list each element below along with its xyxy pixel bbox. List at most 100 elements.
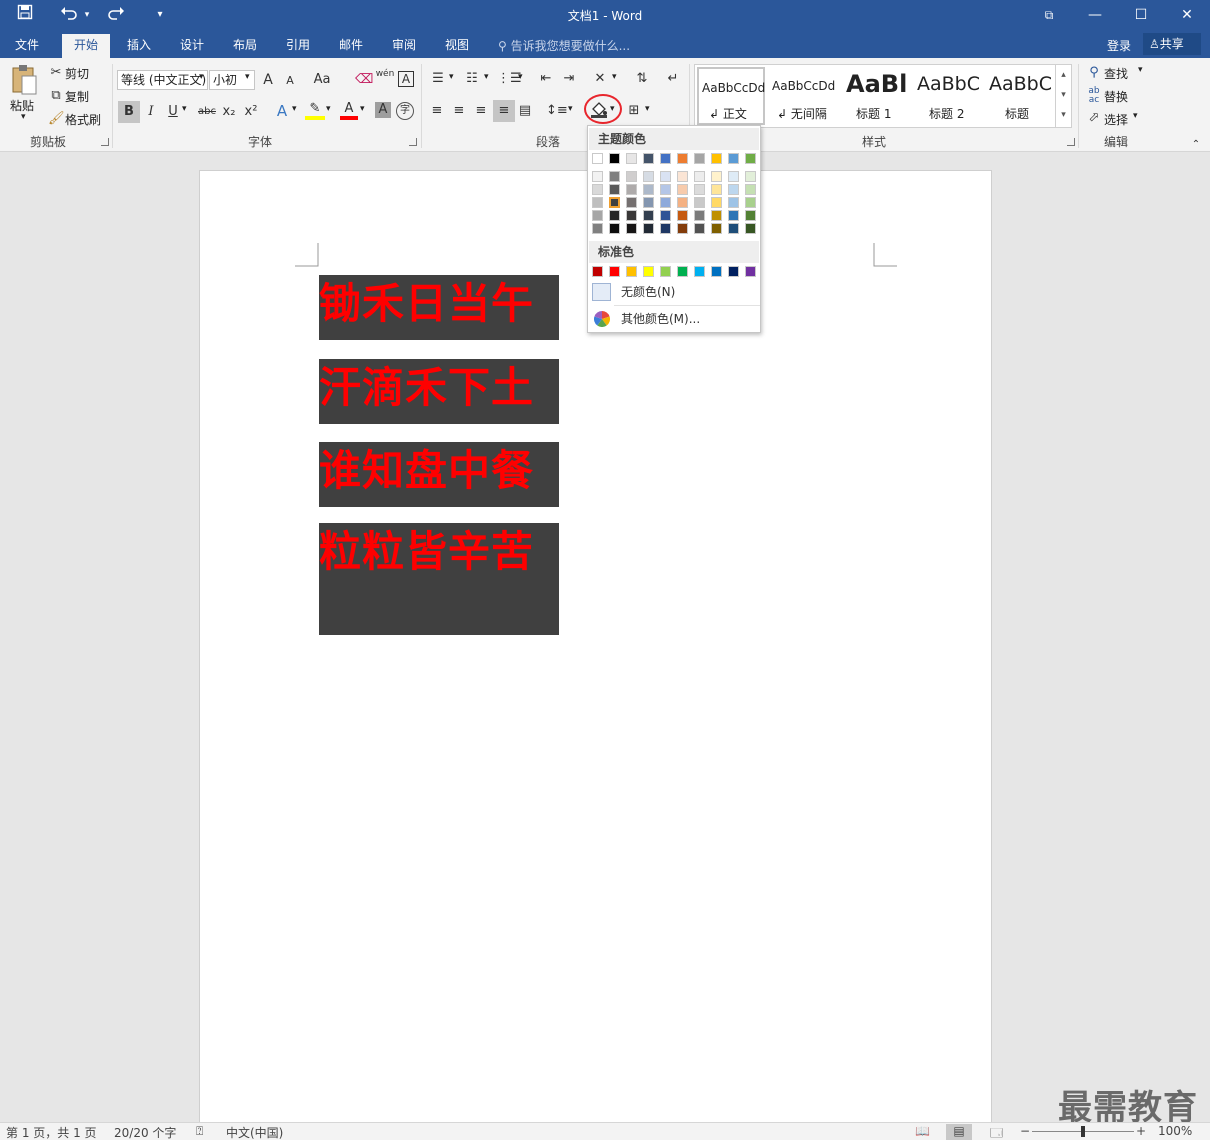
multilevel-list-icon[interactable]: ⋮☰ (497, 70, 522, 88)
theme-shade-swatch[interactable] (745, 197, 756, 208)
style-heading-2[interactable]: AaBbC 标题 2 (913, 67, 985, 125)
clipboard-launcher-icon[interactable] (101, 138, 109, 146)
theme-color-swatch[interactable] (677, 153, 688, 164)
redo-icon[interactable] (105, 4, 127, 26)
style-title[interactable]: AaBbC 标题 (985, 67, 1051, 125)
standard-color-swatch[interactable] (745, 266, 756, 277)
change-case-icon[interactable]: Aa (311, 71, 333, 89)
theme-shade-swatch[interactable] (745, 171, 756, 182)
web-layout-icon[interactable]: 🗔 (990, 1124, 1003, 1140)
theme-shade-swatch[interactable] (677, 210, 688, 221)
print-layout-icon[interactable]: ▤ (946, 1124, 972, 1140)
theme-shade-swatch[interactable] (660, 197, 671, 208)
paste-button[interactable]: 粘贴 ▾ (8, 64, 42, 128)
theme-shade-swatch[interactable] (643, 184, 654, 195)
theme-shade-swatch[interactable] (694, 197, 705, 208)
theme-color-swatch[interactable] (660, 153, 671, 164)
format-painter-button[interactable]: 格式刷 (65, 111, 101, 128)
align-center-icon[interactable]: ≡ (450, 102, 468, 120)
bullets-dropdown-icon[interactable]: ▾ (449, 72, 454, 82)
theme-shade-swatch[interactable] (711, 184, 722, 195)
strikethrough-button[interactable]: abc (196, 103, 218, 121)
tab-references[interactable]: 引用 (275, 34, 321, 58)
theme-shade-swatch[interactable] (660, 184, 671, 195)
proofing-icon[interactable]: ⍰ (196, 1124, 203, 1139)
theme-shade-swatch[interactable] (711, 223, 722, 234)
superscript-button[interactable]: x² (242, 103, 260, 121)
word-count[interactable]: 20/20 个字 (114, 1124, 176, 1140)
theme-shade-swatch[interactable] (677, 171, 688, 182)
theme-shade-swatch[interactable] (643, 210, 654, 221)
theme-shade-swatch[interactable] (609, 184, 620, 195)
find-dropdown-icon[interactable]: ▾ (1138, 65, 1143, 75)
style-heading-1[interactable]: AaBl 标题 1 (840, 67, 912, 125)
highlight-dropdown-icon[interactable]: ▾ (326, 104, 331, 114)
theme-shade-swatch[interactable] (609, 210, 620, 221)
minimize-button[interactable]: — (1072, 0, 1118, 31)
align-left-icon[interactable]: ≡ (428, 102, 446, 120)
no-color-option[interactable]: 无颜色(N) (589, 280, 759, 304)
line-spacing-icon[interactable]: ↕≡ (546, 102, 568, 120)
theme-shade-swatch[interactable] (592, 197, 603, 208)
customize-qat-icon[interactable]: ▾ (152, 4, 168, 26)
theme-shade-swatch[interactable] (643, 223, 654, 234)
sort-icon[interactable]: ⇅ (632, 70, 652, 88)
select-button[interactable]: 选择 (1104, 111, 1128, 128)
theme-shade-swatch[interactable] (609, 197, 620, 208)
numbering-icon[interactable]: ☷ (462, 70, 482, 88)
phonetic-guide-icon[interactable]: wén (375, 69, 395, 79)
zoom-slider-thumb[interactable] (1081, 1126, 1085, 1137)
tab-design[interactable]: 设计 (169, 34, 215, 58)
theme-shade-swatch[interactable] (711, 171, 722, 182)
font-name-select[interactable]: 等线 (中文正文) (117, 70, 208, 90)
theme-shade-swatch[interactable] (728, 171, 739, 182)
underline-dropdown-icon[interactable]: ▾ (182, 104, 187, 114)
clear-formatting-icon[interactable]: ⌫ (355, 71, 373, 89)
theme-color-swatch[interactable] (626, 153, 637, 164)
subscript-button[interactable]: x₂ (220, 103, 238, 121)
decrease-indent-icon[interactable]: ⇤ (536, 70, 556, 88)
standard-color-swatch[interactable] (660, 266, 671, 277)
theme-shade-swatch[interactable] (660, 171, 671, 182)
standard-color-swatch[interactable] (609, 266, 620, 277)
standard-color-swatch[interactable] (711, 266, 722, 277)
character-shading-icon[interactable]: A (375, 102, 391, 118)
zoom-out-icon[interactable]: − (1020, 1124, 1030, 1138)
numbering-dropdown-icon[interactable]: ▾ (484, 72, 489, 82)
theme-shade-swatch[interactable] (745, 223, 756, 234)
cut-button[interactable]: 剪切 (65, 65, 89, 82)
theme-shade-swatch[interactable] (592, 210, 603, 221)
replace-button[interactable]: 替换 (1104, 88, 1128, 105)
justify-icon[interactable]: ≡ (493, 100, 515, 122)
underline-button[interactable]: U (164, 103, 182, 121)
tab-layout[interactable]: 布局 (222, 34, 268, 58)
theme-color-swatch[interactable] (728, 153, 739, 164)
poem-line[interactable]: 粒粒皆辛苦 (319, 523, 559, 635)
bold-button[interactable]: B (118, 101, 140, 123)
theme-shade-swatch[interactable] (643, 197, 654, 208)
undo-icon[interactable] (58, 4, 80, 26)
theme-shade-swatch[interactable] (745, 184, 756, 195)
highlight-color-icon[interactable]: ✎ (305, 100, 325, 120)
ribbon-display-options-icon[interactable]: ⧉ (1026, 0, 1072, 31)
bullets-icon[interactable]: ☰ (428, 70, 448, 88)
poem-line[interactable]: 谁知盘中餐 (319, 442, 559, 507)
theme-color-swatch[interactable] (609, 153, 620, 164)
page-count[interactable]: 第 1 页，共 1 页 (6, 1124, 97, 1140)
theme-shade-swatch[interactable] (643, 171, 654, 182)
poem-line[interactable]: 锄禾日当午 (319, 275, 559, 340)
distributed-icon[interactable]: ▤ (516, 102, 534, 120)
borders-dropdown-icon[interactable]: ▾ (645, 104, 650, 114)
tab-home[interactable]: 开始 (62, 34, 110, 58)
tab-file[interactable]: 文件 (4, 34, 50, 58)
enclose-characters-icon[interactable]: 字 (396, 102, 414, 120)
italic-button[interactable]: I (142, 103, 160, 121)
theme-shade-swatch[interactable] (626, 210, 637, 221)
theme-shade-swatch[interactable] (745, 210, 756, 221)
standard-color-swatch[interactable] (728, 266, 739, 277)
tab-mailings[interactable]: 邮件 (328, 34, 374, 58)
styles-launcher-icon[interactable] (1067, 138, 1075, 146)
theme-shade-swatch[interactable] (660, 210, 671, 221)
tell-me-box[interactable]: ⚲ 告诉我您想要做什么... (498, 37, 630, 54)
theme-shade-swatch[interactable] (626, 223, 637, 234)
